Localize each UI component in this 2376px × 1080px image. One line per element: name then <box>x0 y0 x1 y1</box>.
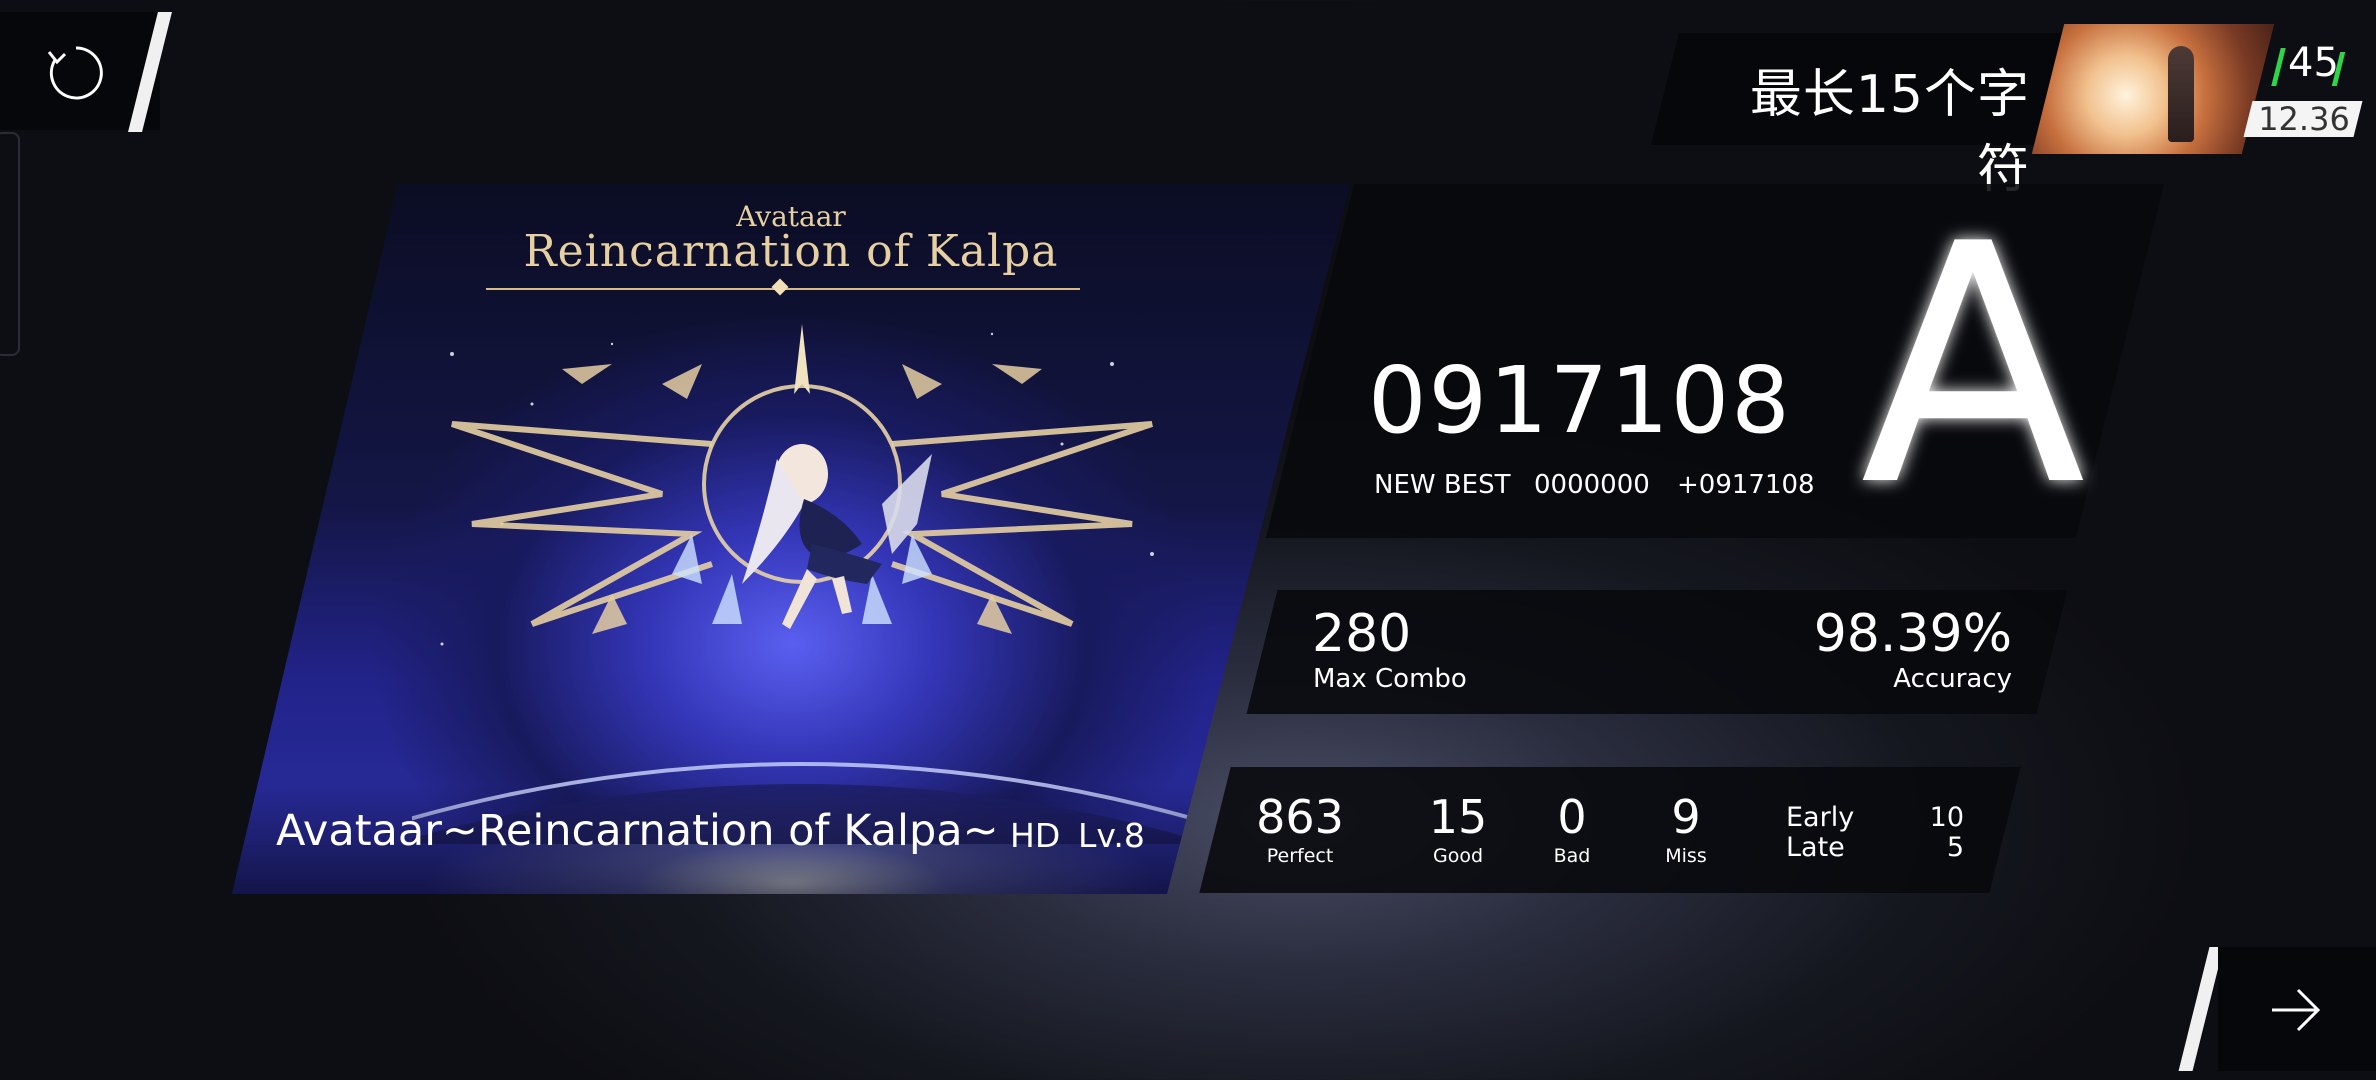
player-name: 最长15个字符 <box>1749 65 2030 200</box>
perfect-count: 863 <box>1256 790 1344 844</box>
song-cover: Avataar Reincarnation of Kalpa Avataar~R… <box>232 184 1350 894</box>
late-label: Late <box>1786 832 1845 863</box>
accuracy-label: Accuracy <box>1893 664 2012 694</box>
miss-count: 9 <box>1671 790 1701 844</box>
rks-slash-icon <box>2271 48 2286 86</box>
early-count: 10 <box>1929 802 1964 833</box>
song-title: Avataar~Reincarnation of Kalpa~ <box>276 806 999 856</box>
late-count: 5 <box>1946 832 1964 863</box>
arrow-right-icon[interactable] <box>2268 982 2324 1038</box>
previous-best-score: 0000000 <box>1534 470 1650 500</box>
bad-count: 0 <box>1557 790 1587 844</box>
cover-illustration <box>412 324 1192 844</box>
good-count: 15 <box>1428 790 1488 844</box>
retry-icon[interactable] <box>45 42 107 104</box>
bad-label: Bad <box>1553 845 1591 867</box>
grade-letter: A <box>1860 190 2087 500</box>
accuracy-value: 98.39% <box>1813 604 2012 664</box>
max-combo-value: 280 <box>1312 604 1412 664</box>
rks-value: 45 <box>2288 40 2339 86</box>
next-slash-decoration <box>2178 947 2224 1071</box>
miss-label: Miss <box>1665 845 1707 867</box>
difficulty-label: HD <box>1010 816 1061 855</box>
avatar[interactable] <box>2031 24 2275 154</box>
score-delta: +0917108 <box>1677 470 1815 500</box>
max-combo-label: Max Combo <box>1313 664 1467 694</box>
cover-title-main: Reincarnation of Kalpa <box>523 226 1059 277</box>
cover-diamond-ornament <box>771 278 789 296</box>
score-value: 0917108 <box>1368 347 1792 454</box>
grade-badge: A <box>1860 190 2087 500</box>
side-edge-decoration <box>0 132 20 356</box>
new-best-label: NEW BEST <box>1374 470 1511 500</box>
player-level: 12.36 <box>2258 100 2350 138</box>
perfect-label: Perfect <box>1266 845 1334 867</box>
difficulty-level: Lv.8 <box>1078 816 1145 855</box>
early-label: Early <box>1786 802 1855 833</box>
good-label: Good <box>1432 845 1484 867</box>
